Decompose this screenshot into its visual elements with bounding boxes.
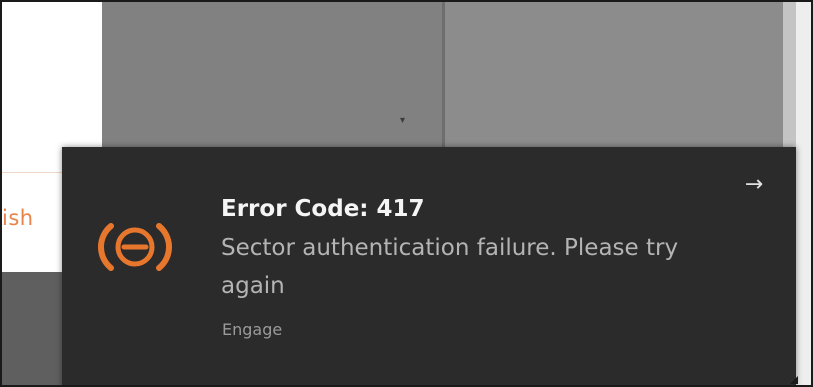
arrow-right-icon[interactable]: →: [741, 171, 767, 199]
toast-message: Sector authentication failure. Please tr…: [221, 235, 679, 299]
background-right-panel: [445, 2, 783, 147]
resize-corner-icon: [790, 376, 798, 384]
toast-source-app: Engage: [222, 320, 283, 339]
engage-logo-icon: [97, 223, 173, 271]
background-divider-line: [2, 172, 62, 173]
toast-title: Error Code: 417: [221, 196, 425, 222]
background-dropdown-panel[interactable]: [102, 2, 442, 147]
chevron-down-icon[interactable]: ▾: [400, 116, 405, 126]
background-partial-label: ish: [2, 206, 34, 230]
background-window-edge: [796, 2, 811, 385]
